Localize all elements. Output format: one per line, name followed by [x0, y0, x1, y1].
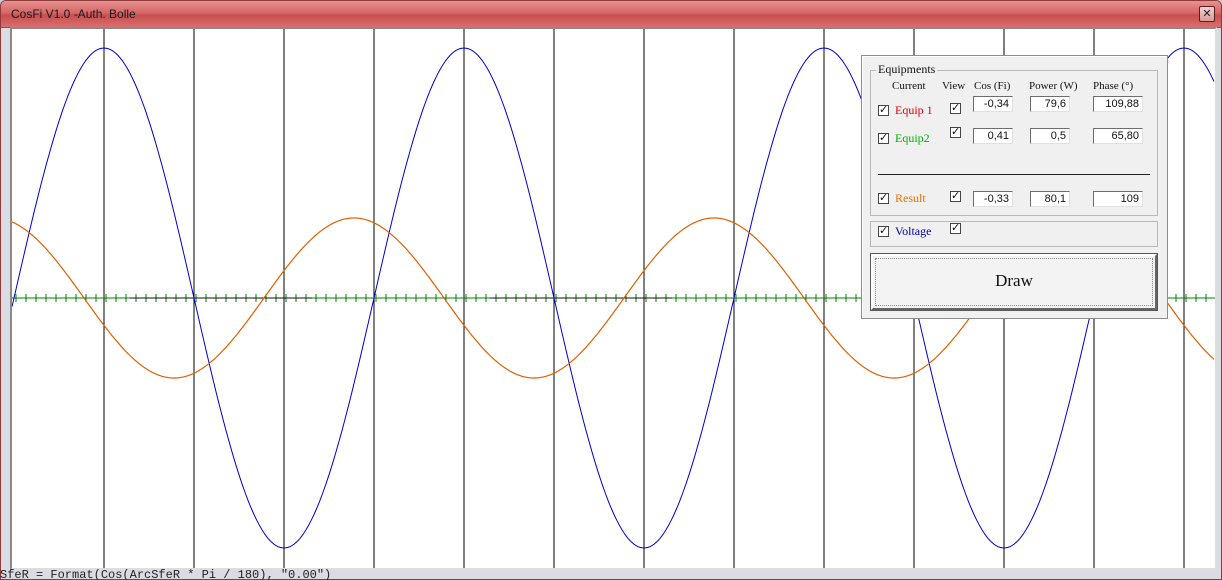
equip2-view-checkbox[interactable] [950, 125, 961, 138]
group-title: Equipments [876, 62, 938, 77]
result-power-field: 80,1 [1030, 191, 1070, 207]
app-window: CosFi V1.0 -Auth. Bolle ✕ Equipments Cur… [0, 0, 1222, 580]
equip2-current-checkbox[interactable] [878, 131, 889, 144]
equip2-phase-field[interactable]: 65,80 [1093, 128, 1143, 144]
result-phase-field: 109 [1093, 191, 1143, 207]
equip2-label: Equip2 [895, 131, 930, 145]
close-button[interactable]: ✕ [1199, 6, 1215, 22]
draw-button[interactable]: Draw [870, 253, 1158, 311]
equip1-power-field[interactable]: 79,6 [1030, 96, 1070, 112]
header-phase: Phase (°) [1093, 80, 1134, 92]
voltage-current-checkbox[interactable] [878, 224, 889, 237]
voltage-view-checkbox[interactable] [950, 221, 961, 234]
result-current-checkbox[interactable] [878, 191, 889, 204]
header-cos: Cos (Fi) [974, 80, 1011, 92]
result-view-checkbox[interactable] [950, 189, 961, 202]
equip1-view-checkbox[interactable] [950, 101, 961, 114]
equip1-current-checkbox[interactable] [878, 103, 889, 116]
equip1-cos-field[interactable]: -0,34 [973, 96, 1013, 112]
equipments-panel: Equipments Current View Cos (Fi) Power (… [861, 55, 1168, 319]
title-bar[interactable]: CosFi V1.0 -Auth. Bolle ✕ [1, 1, 1221, 28]
header-power: Power (W) [1029, 80, 1078, 92]
draw-button-focus-rect [875, 258, 1153, 306]
window-title: CosFi V1.0 -Auth. Bolle [11, 7, 136, 21]
equip1-label: Equip 1 [895, 103, 933, 117]
equip2-power-field[interactable]: 0,5 [1030, 128, 1070, 144]
result-cos-field: -0,33 [973, 191, 1013, 207]
header-view: View [942, 80, 966, 92]
equip1-phase-field[interactable]: 109,88 [1093, 96, 1143, 112]
close-icon: ✕ [1202, 7, 1212, 20]
header-current: Current [892, 80, 926, 92]
equip2-cos-field[interactable]: 0,41 [973, 128, 1013, 144]
result-label: Result [895, 191, 926, 205]
background-code-line: SfeR = Format(Cos(ArcSfeR * Pi / 180), "… [0, 568, 332, 580]
voltage-label: Voltage [895, 224, 932, 238]
result-separator [878, 174, 1150, 175]
